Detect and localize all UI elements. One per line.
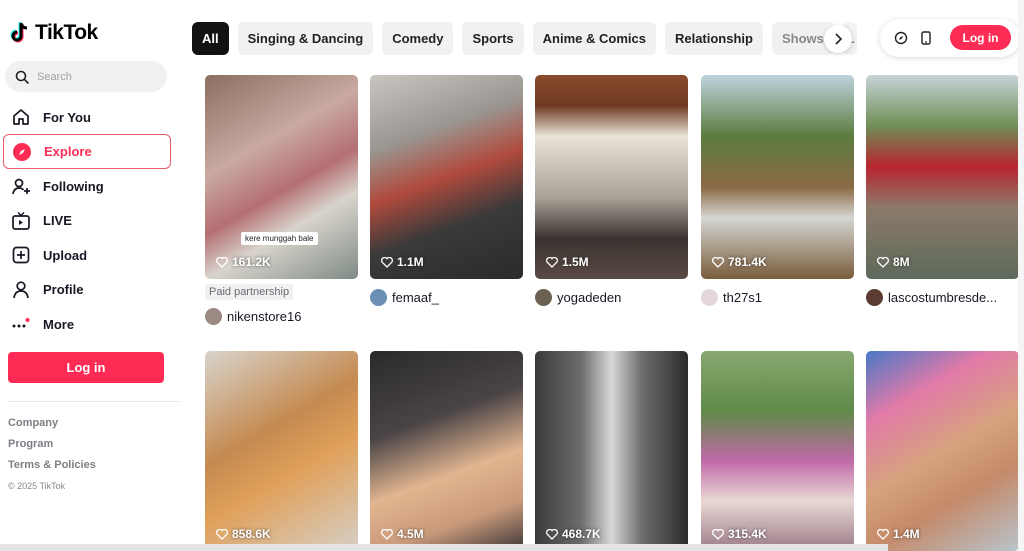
category-chip-comedy[interactable]: Comedy bbox=[382, 22, 454, 55]
category-chip-relationship[interactable]: Relationship bbox=[664, 22, 763, 55]
search-bar[interactable] bbox=[5, 61, 167, 92]
heart-icon bbox=[877, 528, 889, 540]
view-count: 1.5M bbox=[546, 255, 589, 269]
video-author[interactable]: lascostumbresde... bbox=[866, 289, 997, 306]
video-caption-overlay: kere munggah bale bbox=[241, 232, 318, 245]
home-icon bbox=[13, 109, 29, 126]
video-card[interactable]: 4.5M bbox=[370, 351, 523, 551]
vertical-scrollbar[interactable] bbox=[1018, 0, 1024, 551]
compass-icon bbox=[13, 142, 31, 161]
chevron-right-icon bbox=[835, 33, 843, 45]
footer-copyright: © 2025 TikTok bbox=[8, 481, 66, 491]
view-count: 1.4M bbox=[877, 527, 920, 541]
phone-icon[interactable] bbox=[920, 31, 932, 45]
nav-label: Profile bbox=[43, 282, 84, 298]
nav-label: Upload bbox=[43, 247, 88, 263]
video-card[interactable]: kere munggah bale 161.2K bbox=[205, 75, 358, 279]
footer-link-company[interactable]: Company bbox=[8, 414, 96, 435]
category-chip-anime-comics[interactable]: Anime & Comics bbox=[532, 22, 656, 55]
paid-partnership-badge: Paid partnership bbox=[205, 284, 294, 300]
heart-icon bbox=[877, 256, 889, 268]
category-bar: All Singing & Dancing Comedy Sports Anim… bbox=[192, 22, 857, 55]
video-card[interactable]: 315.4K bbox=[701, 351, 854, 551]
nav-item-live[interactable]: LIVE bbox=[3, 204, 171, 238]
video-author[interactable]: th27s1 bbox=[701, 289, 762, 306]
user-icon bbox=[13, 281, 29, 298]
more-dots-icon bbox=[12, 318, 30, 328]
avatar bbox=[370, 289, 387, 306]
video-card[interactable]: 858.6K bbox=[205, 351, 358, 551]
heart-icon bbox=[216, 528, 228, 540]
search-icon bbox=[15, 70, 29, 84]
category-chip-singing-dancing[interactable]: Singing & Dancing bbox=[237, 22, 374, 55]
video-card[interactable]: 1.1M bbox=[370, 75, 523, 279]
avatar bbox=[205, 308, 222, 325]
logo-wordmark: TikTok bbox=[35, 21, 98, 44]
view-count: 161.2K bbox=[216, 255, 271, 269]
header-login-button[interactable]: Log in bbox=[950, 25, 1011, 50]
view-count: 1.1M bbox=[381, 255, 424, 269]
sidebar: TikTok For You Explore Following LIVE Up… bbox=[0, 0, 180, 551]
heart-icon bbox=[381, 528, 393, 540]
video-author[interactable]: yogadeden bbox=[535, 289, 621, 306]
sidebar-divider bbox=[8, 401, 180, 402]
nav-item-explore[interactable]: Explore bbox=[3, 134, 171, 170]
sidebar-nav: For You Explore Following LIVE Upload Pr… bbox=[3, 100, 171, 341]
sidebar-login-button[interactable]: Log in bbox=[8, 352, 164, 383]
view-count: 468.7K bbox=[546, 527, 601, 541]
tiktok-note-icon bbox=[10, 22, 28, 43]
tiktok-logo[interactable]: TikTok bbox=[10, 20, 98, 46]
nav-label: Following bbox=[43, 179, 104, 195]
video-card[interactable]: 1.5M bbox=[535, 75, 688, 279]
video-author[interactable]: nikenstore16 bbox=[205, 308, 301, 325]
compass-outline-icon[interactable] bbox=[894, 31, 908, 45]
video-card[interactable]: 468.7K bbox=[535, 351, 688, 551]
horizontal-scrollbar[interactable] bbox=[0, 544, 888, 551]
heart-icon bbox=[546, 256, 558, 268]
nav-item-for-you[interactable]: For You bbox=[3, 100, 171, 134]
user-plus-icon bbox=[12, 178, 30, 194]
heart-icon bbox=[712, 528, 724, 540]
nav-label: More bbox=[43, 316, 75, 332]
avatar bbox=[701, 289, 718, 306]
footer-link-terms[interactable]: Terms & Policies bbox=[8, 456, 96, 477]
live-tv-icon bbox=[12, 211, 30, 230]
category-chip-sports[interactable]: Sports bbox=[462, 22, 524, 55]
video-card[interactable]: 1.4M bbox=[866, 351, 1019, 551]
video-card[interactable]: 8M bbox=[866, 75, 1019, 279]
heart-icon bbox=[381, 256, 393, 268]
view-count: 8M bbox=[877, 255, 910, 269]
nav-item-profile[interactable]: Profile bbox=[3, 273, 171, 307]
nav-label: For You bbox=[43, 109, 91, 125]
nav-label: LIVE bbox=[43, 213, 72, 229]
nav-item-more[interactable]: More bbox=[3, 307, 171, 341]
video-card[interactable]: 781.4K bbox=[701, 75, 854, 279]
nav-label: Explore bbox=[44, 144, 92, 160]
avatar bbox=[866, 289, 883, 306]
heart-icon bbox=[216, 256, 228, 268]
search-input[interactable] bbox=[37, 70, 157, 83]
category-next-button[interactable] bbox=[824, 25, 852, 53]
footer-link-program[interactable]: Program bbox=[8, 435, 96, 456]
video-author[interactable]: femaaf_ bbox=[370, 289, 439, 306]
heart-icon bbox=[712, 256, 724, 268]
view-count: 4.5M bbox=[381, 527, 424, 541]
nav-item-upload[interactable]: Upload bbox=[3, 238, 171, 272]
view-count: 858.6K bbox=[216, 527, 271, 541]
plus-square-icon bbox=[12, 247, 30, 264]
category-chip-all[interactable]: All bbox=[192, 22, 229, 55]
avatar bbox=[535, 289, 552, 306]
nav-item-following[interactable]: Following bbox=[3, 169, 171, 203]
heart-icon bbox=[546, 528, 558, 540]
sidebar-footer: Company Program Terms & Policies © 2025 … bbox=[8, 414, 96, 498]
view-count: 315.4K bbox=[712, 527, 767, 541]
view-count: 781.4K bbox=[712, 255, 767, 269]
